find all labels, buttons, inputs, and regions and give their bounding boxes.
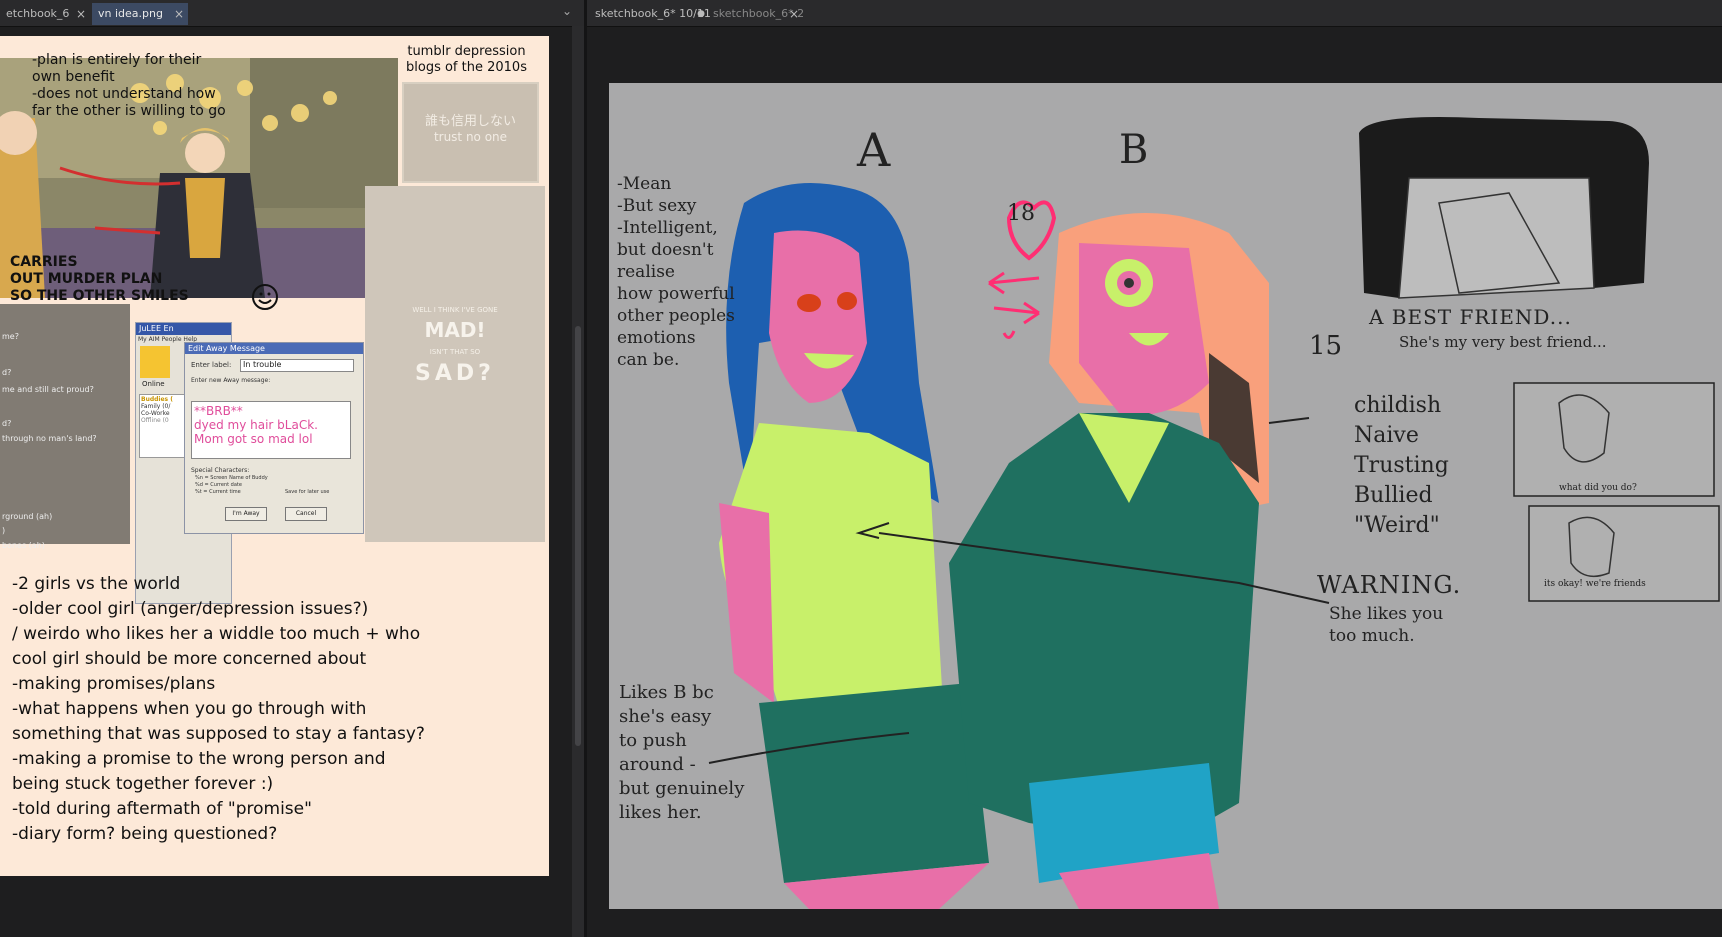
- away-label-select[interactable]: In trouble: [240, 359, 354, 372]
- cancel-button[interactable]: Cancel: [285, 507, 327, 521]
- warning-subtitle: She likes you too much.: [1329, 604, 1444, 646]
- chevron-down-icon[interactable]: ⌄: [562, 4, 572, 18]
- save-later-label[interactable]: Save for later use: [285, 489, 329, 495]
- idea-notes: -2 girls vs the world -older cool girl (…: [12, 572, 425, 847]
- right-canvas[interactable]: A B 18 15 -Mean -But sexy -Intelligent, …: [609, 83, 1722, 909]
- tab-sketchbook-10[interactable]: sketchbook_6* 10/11 ●: [589, 3, 711, 25]
- away-dialog-title: Edit Away Message: [185, 343, 363, 354]
- tab-label: vn idea.png: [98, 7, 163, 20]
- im-away-button[interactable]: I'm Away: [225, 507, 267, 521]
- tumblr-jp-text: 誰も信用しない: [424, 114, 516, 129]
- tumblr-label: tumblr depression blogs of the 2010s: [406, 44, 527, 75]
- age-b: 15: [1309, 331, 1343, 361]
- lyrics-line: through no man's land?: [2, 434, 97, 443]
- right-tab-bar: sketchbook_6* 10/11 ● sketchbook_6* 2/11…: [587, 0, 1722, 27]
- best-friend-title: A BEST FRIEND...: [1369, 305, 1572, 329]
- note-line: -older cool girl (anger/depression issue…: [12, 599, 369, 619]
- age-a: 18: [1007, 201, 1035, 226]
- away-message-editor[interactable]: **BRB** dyed my hair bLaCk. Mom got so m…: [191, 401, 351, 459]
- mad-word: MAD!: [424, 318, 486, 342]
- lyrics-line: rground (ah): [2, 512, 53, 521]
- mad-top-text: WELL I THINK I'VE GONE: [412, 306, 498, 314]
- left-canvas[interactable]: -plan is entirely for their own benefit …: [0, 36, 549, 876]
- enter-message-text: Enter new Away message:: [191, 377, 271, 384]
- lyrics-line: bones (ah): [2, 541, 45, 550]
- lyrics-panel: [0, 304, 130, 544]
- tab-vn-idea[interactable]: vn idea.png ×: [92, 3, 188, 25]
- tab-label: etchbook_6: [6, 7, 70, 20]
- lyrics-line: me?: [2, 332, 19, 341]
- note-line: -2 girls vs the world: [12, 574, 181, 594]
- a-traits: -Mean -But sexy -Intelligent, but doesn'…: [617, 174, 735, 370]
- note-line: / weirdo who likes her a widdle too much…: [12, 624, 421, 644]
- note-line: -told during aftermath of "promise": [12, 799, 312, 819]
- panel-caption-1: what did you do?: [1559, 483, 1637, 493]
- plan-note: -plan is entirely for their own benefit …: [32, 52, 226, 119]
- aim-away-dialog: Edit Away Message Enter label: In troubl…: [184, 342, 364, 534]
- lyrics-line: d?: [2, 419, 12, 428]
- note-line: -what happens when you go through with: [12, 699, 367, 719]
- special-line: %d = Current date: [195, 482, 242, 488]
- tab-divider: [584, 0, 587, 937]
- b-traits: childish Naive Trusting Bullied "Weird": [1354, 393, 1449, 538]
- tab-sketchbook-2[interactable]: sketchbook_6* 2/11 ×: [707, 3, 803, 25]
- best-friend-subtitle: She's my very best friend...: [1399, 333, 1607, 351]
- close-icon[interactable]: ×: [174, 3, 184, 25]
- enter-label-text: Enter label:: [191, 361, 232, 369]
- sad-word: SAD?: [415, 361, 495, 386]
- tab-label: sketchbook_6* 10/11: [595, 7, 711, 20]
- special-line: %n = Screen Name of Buddy: [195, 475, 268, 481]
- lyrics-line: d?: [2, 368, 12, 377]
- right-status-area: [587, 909, 1722, 937]
- carries-note: CARRIES OUT MURDER PLAN SO THE OTHER SMI…: [10, 254, 189, 304]
- note-line: something that was supposed to stay a fa…: [12, 724, 425, 744]
- lyrics-line: ): [2, 526, 6, 535]
- special-line: %t = Current time: [195, 489, 241, 495]
- label-a: A: [857, 123, 891, 177]
- aim-title: JuLEE En: [136, 323, 231, 335]
- smiley-icon: [252, 284, 278, 310]
- note-line: -diary form? being questioned?: [12, 824, 278, 844]
- likes-b-note: Likes B bc she's easy to push around - b…: [619, 682, 745, 823]
- character-sketch: [708, 117, 1720, 909]
- aim-running-man-icon: [140, 346, 170, 378]
- modified-dot-icon: ●: [697, 9, 705, 19]
- tumblr-en-text: trust no one: [433, 130, 508, 144]
- left-scrollbar[interactable]: [572, 26, 584, 937]
- close-icon[interactable]: ×: [789, 3, 799, 25]
- mad-mid-text: ISN'T THAT SO: [429, 348, 481, 356]
- close-icon[interactable]: ×: [76, 3, 86, 25]
- left-tab-bar: etchbook_6 × vn idea.png × ⌄: [0, 0, 584, 27]
- note-line: -making a promise to the wrong person an…: [12, 749, 386, 769]
- special-chars-title: Special Characters:: [191, 467, 250, 474]
- warning-title: WARNING.: [1317, 571, 1462, 599]
- panel-caption-2: its okay! we're friends: [1544, 579, 1646, 589]
- label-b: B: [1119, 127, 1149, 173]
- note-line: -making promises/plans: [12, 674, 216, 694]
- note-line: being stuck together forever :): [12, 774, 274, 794]
- note-line: cool girl should be more concerned about: [12, 649, 367, 669]
- scrollbar-thumb[interactable]: [575, 326, 581, 746]
- lyrics-line: me and still act proud?: [2, 385, 94, 394]
- tab-sketchbook[interactable]: etchbook_6 ×: [0, 3, 90, 25]
